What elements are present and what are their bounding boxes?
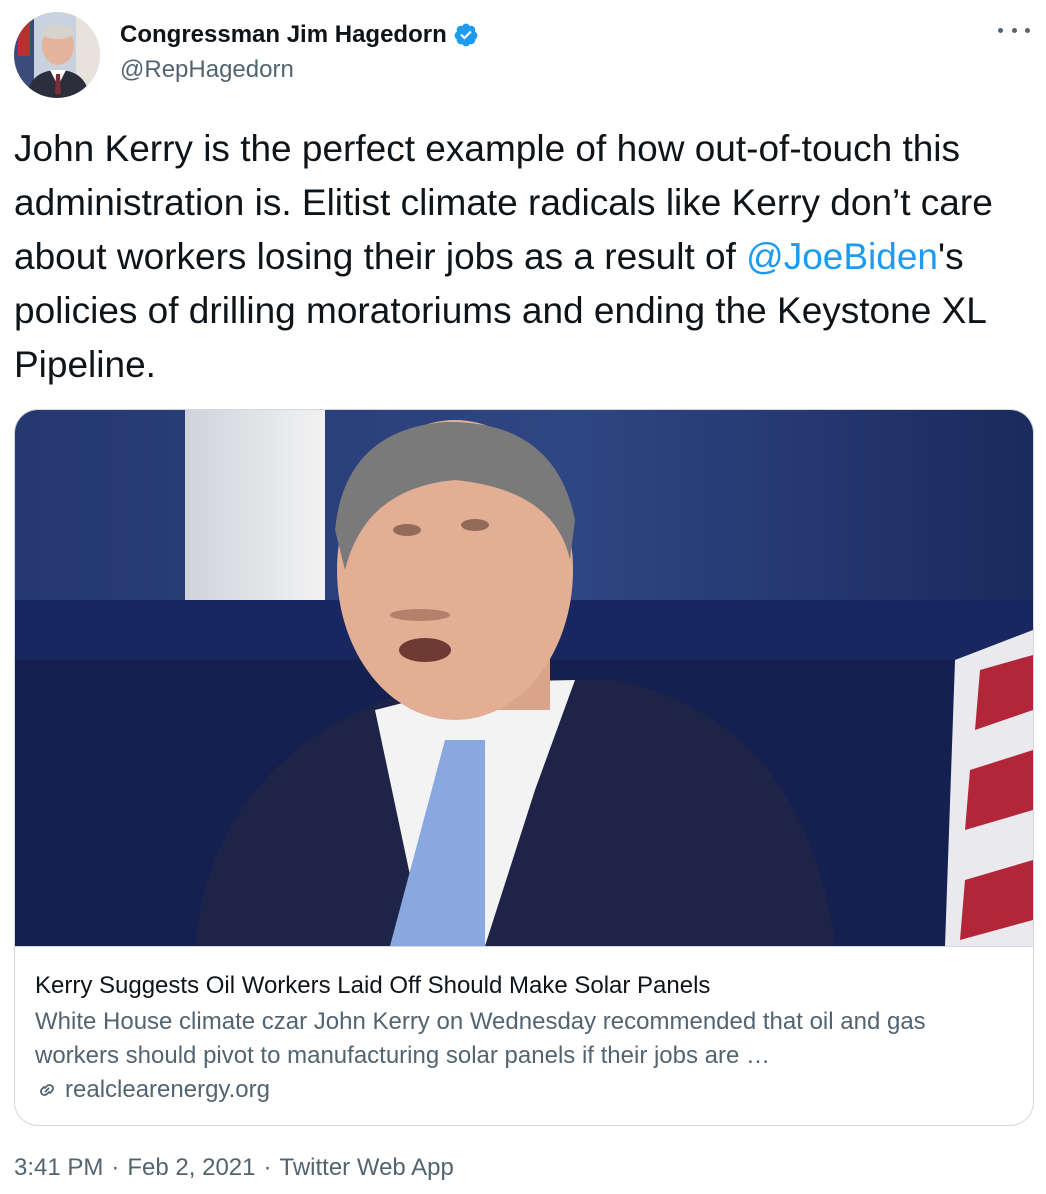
tweet-header: Congressman Jim Hagedorn @RepHagedorn	[14, 12, 1034, 98]
link-card-title[interactable]: Kerry Suggests Oil Workers Laid Off Shou…	[35, 971, 1013, 1001]
tweet-text: John Kerry is the perfect example of how…	[14, 122, 1024, 392]
more-options-icon[interactable]	[998, 18, 1030, 42]
avatar[interactable]	[14, 12, 100, 98]
link-card-description: White House climate czar John Kerry on W…	[35, 1008, 926, 1069]
author-block: Congressman Jim Hagedorn @RepHagedorn	[120, 18, 479, 84]
profile-photo-icon	[14, 12, 100, 98]
author-handle[interactable]: @RepHagedorn	[120, 56, 479, 84]
tweet-metadata: 3:41 PM · Feb 2, 2021 · Twitter Web App	[14, 1154, 454, 1182]
tweet-time[interactable]: 3:41 PM	[14, 1154, 103, 1181]
dot	[1025, 27, 1030, 33]
meta-separator: ·	[263, 1154, 272, 1181]
dot	[1011, 27, 1017, 33]
verified-badge-icon	[454, 23, 478, 47]
author-display-name[interactable]: Congressman Jim Hagedorn	[120, 21, 447, 49]
link-card[interactable]: Kerry Suggests Oil Workers Laid Off Shou…	[14, 409, 1034, 1126]
link-card-domain-row[interactable]: realclearenergy.org	[35, 1073, 1013, 1107]
tweet-date[interactable]: Feb 2, 2021	[127, 1154, 255, 1181]
link-card-domain[interactable]: realclearenergy.org	[65, 1073, 270, 1107]
meta-separator: ·	[111, 1154, 120, 1181]
link-card-body[interactable]: Kerry Suggests Oil Workers Laid Off Shou…	[15, 946, 1033, 1125]
mention-link[interactable]: @JoeBiden	[746, 236, 938, 277]
dot	[998, 27, 1003, 33]
name-row: Congressman Jim Hagedorn	[120, 18, 479, 52]
tweet-source[interactable]: Twitter Web App	[280, 1154, 454, 1181]
link-icon	[40, 1084, 54, 1096]
news-photo-icon[interactable]	[15, 410, 1033, 946]
